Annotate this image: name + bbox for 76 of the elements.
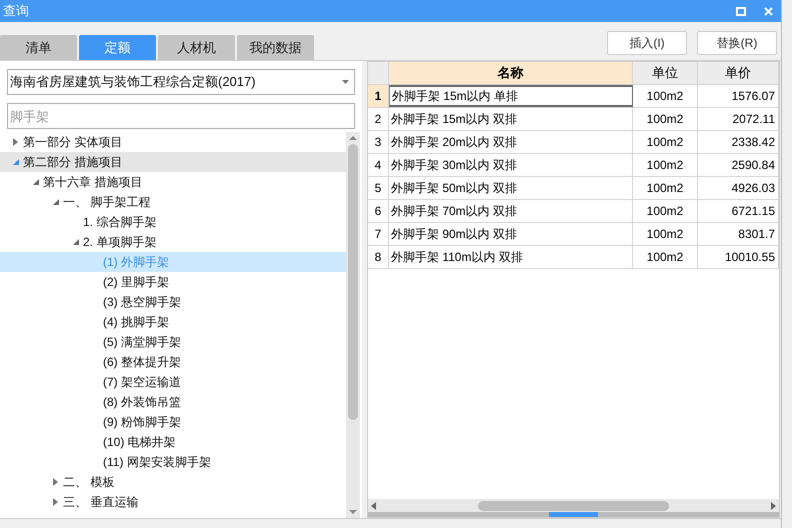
tab[interactable]: 人材机 (158, 35, 235, 60)
table-cell: 100m2 (633, 223, 698, 245)
tree-item[interactable]: 1. 综合脚手架 (0, 212, 346, 232)
row-header[interactable]: 7 (368, 223, 389, 245)
tree-item[interactable]: 三、 垂直运输 (0, 492, 346, 512)
tab[interactable]: 清单 (0, 35, 77, 60)
row-header[interactable]: 4 (368, 154, 389, 176)
maximize-icon[interactable] (736, 6, 746, 16)
collapsed-arrow-icon[interactable] (53, 478, 58, 486)
vertical-scrollbar[interactable] (346, 132, 360, 518)
tree-item[interactable]: (2) 里脚手架 (0, 272, 346, 292)
tree-item[interactable]: 2. 单项脚手架 (0, 232, 346, 252)
tree-item[interactable]: (4) 挑脚手架 (0, 312, 346, 332)
tree-item[interactable]: (6) 整体提升架 (0, 352, 346, 372)
expanded-arrow-icon[interactable] (12, 159, 18, 165)
table-cell: 100m2 (633, 177, 698, 199)
table-cell: 100m2 (633, 131, 698, 153)
expanded-arrow-icon[interactable] (72, 239, 78, 245)
table-cell: 100m2 (633, 85, 698, 107)
tree-item[interactable]: 第一部分 实体项目 (0, 132, 346, 152)
search-field[interactable]: 脚手架 (7, 103, 355, 129)
expanded-arrow-icon[interactable] (52, 199, 58, 205)
table-cell: 外脚手架 30m以内 双排 (389, 154, 633, 176)
table-cell: 外脚手架 70m以内 双排 (389, 200, 633, 222)
dropdown-arrow-icon (342, 80, 349, 84)
tree-item[interactable]: 第十六章 措施项目 (0, 172, 346, 192)
table-cell: 外脚手架 110m以内 双排 (389, 246, 633, 268)
table-cell: 2338.42 (698, 131, 779, 153)
action-button[interactable]: 替换(R) (697, 31, 777, 55)
quota-dropdown[interactable]: 海南省房屋建筑与装饰工程综合定额(2017) (7, 69, 355, 95)
tree-item[interactable]: (7) 架空运输道 (0, 372, 346, 392)
column-header[interactable]: 名称 (389, 62, 633, 84)
action-button[interactable]: 插入(I) (607, 31, 687, 55)
tree-item[interactable]: (5) 满堂脚手架 (0, 332, 346, 352)
table-cell: 2072.11 (698, 108, 779, 130)
tree-item[interactable]: (8) 外装饰吊篮 (0, 392, 346, 412)
tree-item[interactable]: (10) 电梯井架 (0, 432, 346, 452)
tree-item[interactable]: 第二部分 措施项目 (0, 152, 346, 172)
row-header[interactable]: 2 (368, 108, 389, 130)
table-cell: 4926.03 (698, 177, 779, 199)
collapsed-arrow-icon[interactable] (53, 498, 58, 506)
horizontal-scrollbar[interactable] (368, 499, 779, 512)
collapsed-arrow-icon[interactable] (13, 138, 18, 146)
tree-item[interactable]: 二、 模板 (0, 472, 346, 492)
table-cell: 外脚手架 15m以内 单排 (389, 85, 633, 107)
scroll-left-icon (371, 502, 376, 510)
window-title: 查询 (3, 2, 29, 20)
column-header[interactable]: 单价 (698, 62, 779, 84)
table-cell: 8301.7 (698, 223, 779, 245)
row-header[interactable]: 5 (368, 177, 389, 199)
table-cell: 外脚手架 90m以内 双排 (389, 223, 633, 245)
table-cell: 100m2 (633, 154, 698, 176)
tree-item[interactable]: (11) 网架安装脚手架 (0, 452, 346, 472)
table-cell: 100m2 (633, 200, 698, 222)
table-cell: 外脚手架 50m以内 双排 (389, 177, 633, 199)
table-cell: 10010.55 (698, 246, 779, 268)
tree-item[interactable]: (3) 悬空脚手架 (0, 292, 346, 312)
splitter-handle[interactable] (549, 512, 598, 517)
row-header[interactable]: 8 (368, 246, 389, 268)
table-cell: 6721.15 (698, 200, 779, 222)
table-cell: 外脚手架 20m以内 双排 (389, 131, 633, 153)
table-cell: 1576.07 (698, 85, 779, 107)
scroll-right-icon (771, 502, 776, 510)
tree-item[interactable]: 一、 脚手架工程 (0, 192, 346, 212)
expanded-arrow-icon[interactable] (32, 179, 38, 185)
table-cell: 100m2 (633, 108, 698, 130)
row-header[interactable]: 6 (368, 200, 389, 222)
table-cell: 100m2 (633, 246, 698, 268)
row-header[interactable]: 1 (368, 85, 389, 107)
table-cell: 外脚手架 15m以内 双排 (389, 108, 633, 130)
table-cell: 2590.84 (698, 154, 779, 176)
column-header[interactable]: 单位 (633, 62, 698, 84)
tree-item[interactable]: (9) 粉饰脚手架 (0, 412, 346, 432)
row-header[interactable]: 3 (368, 131, 389, 153)
close-icon[interactable] (764, 6, 773, 16)
tab[interactable]: 我的数据 (237, 35, 314, 60)
